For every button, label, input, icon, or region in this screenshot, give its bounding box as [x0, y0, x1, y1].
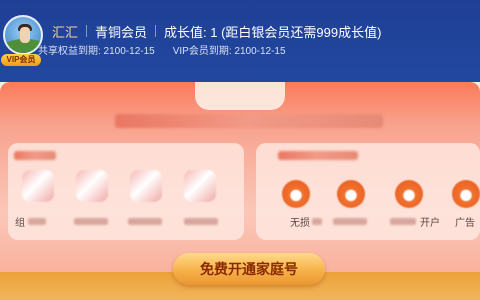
blurred-benefit-label	[128, 218, 162, 225]
divider	[86, 25, 88, 37]
page: VIP会员 汇汇 青铜会员 成长值: 1 (距白银会员还需999成长值) 共享权…	[0, 0, 480, 300]
avatar-figure	[20, 27, 30, 43]
blurred-benefit-label	[28, 218, 46, 225]
benefit-round-icon[interactable]	[452, 180, 480, 208]
blurred-benefit-label	[312, 218, 322, 225]
benefit-tile-icon[interactable]	[76, 170, 108, 202]
vip-badge: VIP会员	[1, 54, 41, 66]
benefit-tile-icon[interactable]	[184, 170, 216, 202]
expiry-row: 共享权益到期: 2100-12-15 VIP会员到期: 2100-12-15	[38, 42, 286, 57]
benefit-label: 组	[15, 218, 25, 229]
member-level[interactable]: 青铜会员	[95, 22, 147, 41]
benefit-label: 广告	[455, 218, 475, 229]
benefit-round-icon[interactable]	[395, 180, 423, 208]
benefit-round-icon[interactable]	[337, 180, 365, 208]
vip-expiry: VIP会员到期: 2100-12-15	[172, 46, 286, 57]
benefit-label: 开户	[420, 218, 440, 229]
open-family-plan-button[interactable]: 免费开通家庭号	[173, 253, 325, 285]
benefit-tile-icon[interactable]	[130, 170, 162, 202]
shared-expiry: 共享权益到期: 2100-12-15	[38, 46, 155, 57]
username[interactable]: 汇汇	[52, 22, 78, 41]
member-header: VIP会员 汇汇 青铜会员 成长值: 1 (距白银会员还需999成长值) 共享权…	[0, 0, 480, 82]
card-notch	[195, 82, 285, 110]
avatar[interactable]	[3, 15, 43, 55]
blurred-benefit-label	[333, 218, 367, 225]
blurred-headline	[115, 114, 383, 128]
growth-value[interactable]: 成长值: 1 (距白银会员还需999成长值)	[164, 22, 381, 41]
benefit-label: 无损	[290, 218, 310, 229]
benefit-tile-icon[interactable]	[22, 170, 54, 202]
member-info-row: 汇汇 青铜会员 成长值: 1 (距白银会员还需999成长值)	[52, 21, 381, 41]
blurred-benefit-label	[74, 218, 108, 225]
blurred-benefit-label	[184, 218, 218, 225]
blurred-benefit-label	[390, 218, 416, 225]
blurred-panel-title	[278, 151, 358, 160]
benefit-round-icon[interactable]	[282, 180, 310, 208]
divider	[155, 25, 157, 37]
blurred-panel-title	[14, 151, 56, 160]
